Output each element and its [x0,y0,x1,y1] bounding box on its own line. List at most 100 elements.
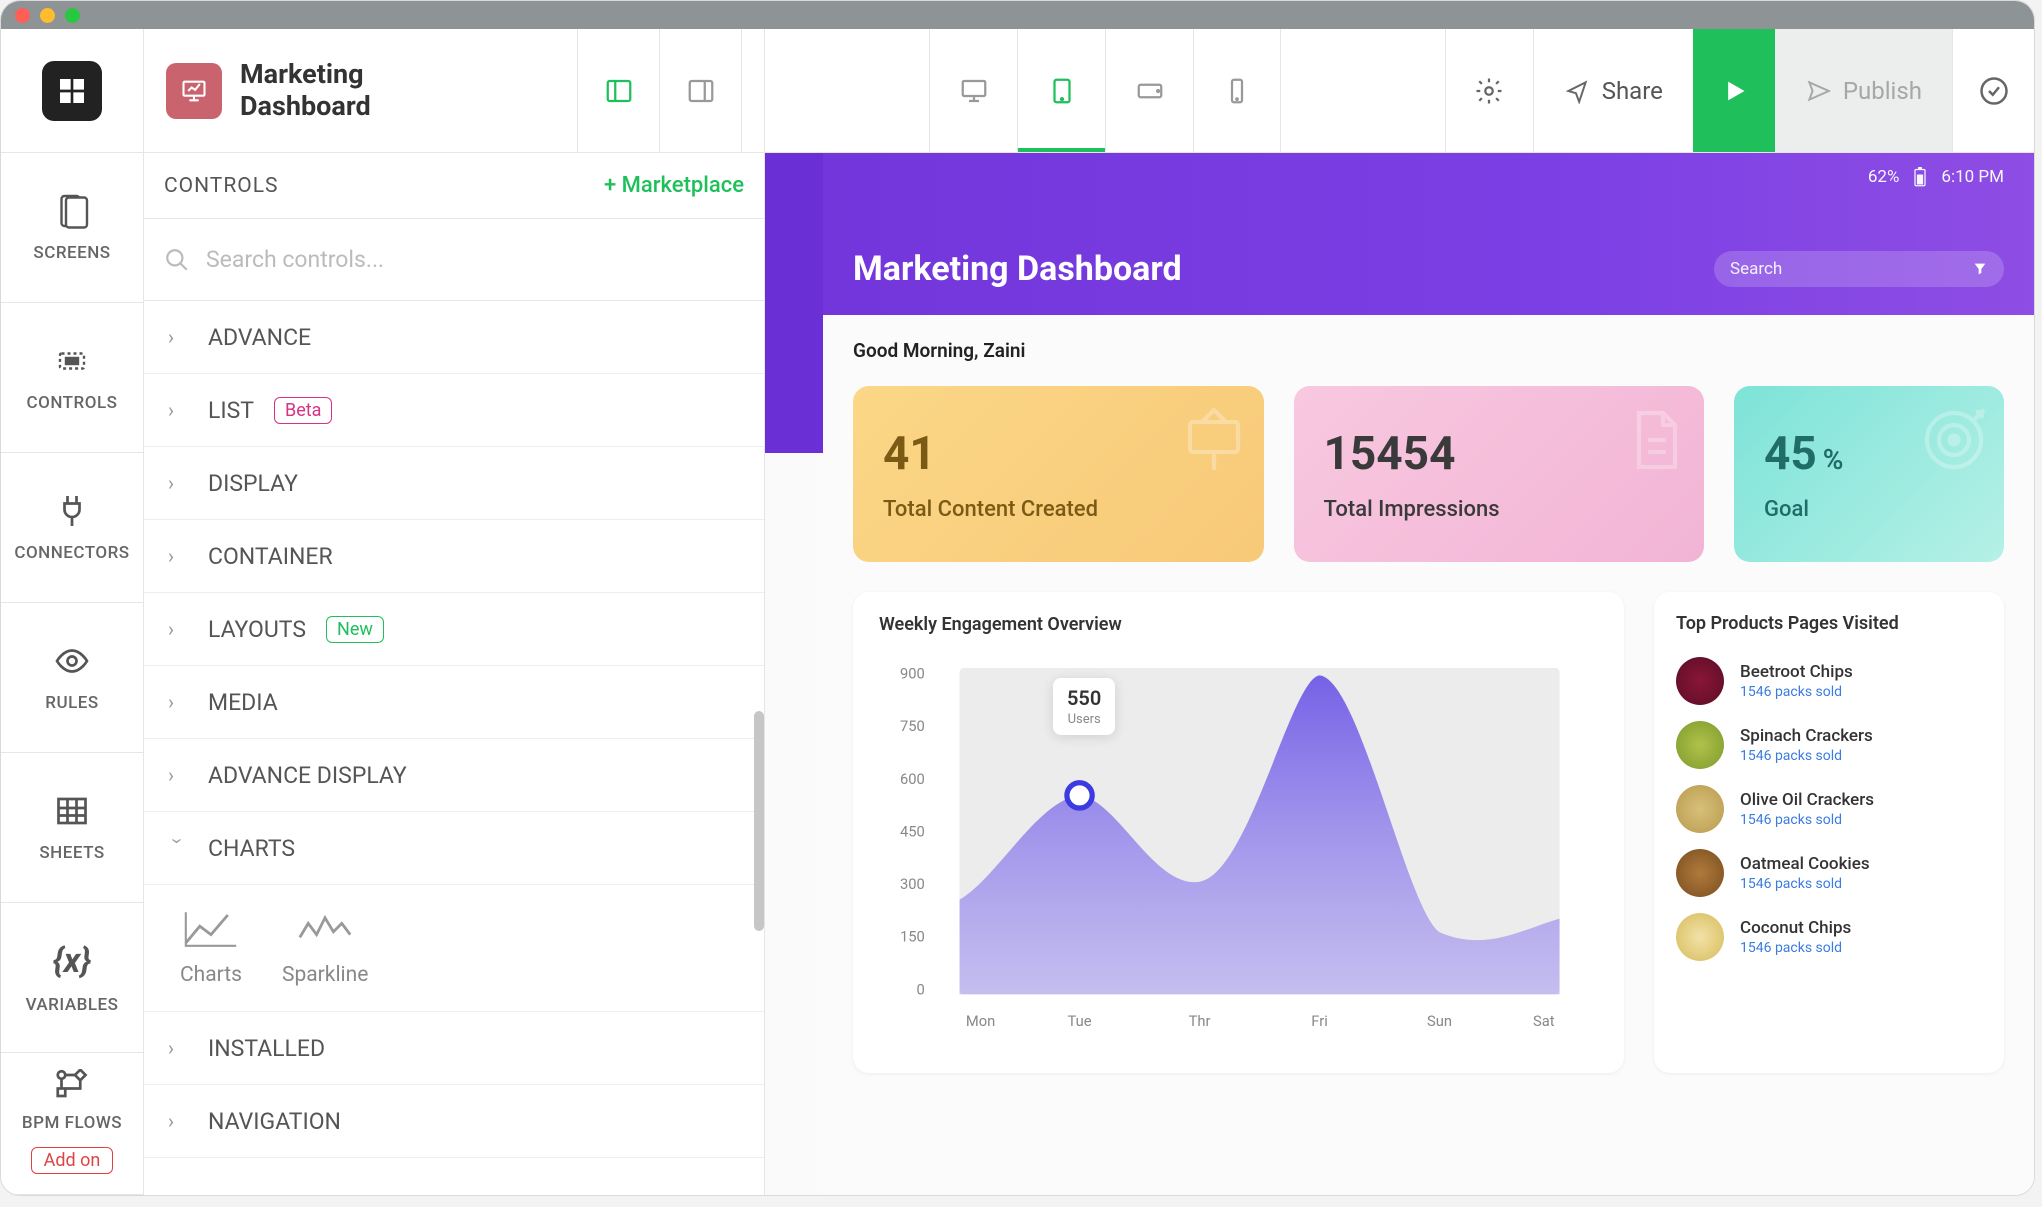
stat-card-content-created[interactable]: 41 Total Content Created [853,386,1264,562]
marketplace-link[interactable]: + Marketplace [604,173,744,198]
svg-text:Thr: Thr [1189,1012,1211,1030]
chart-item-sparkline[interactable]: Sparkline [282,909,368,987]
svg-text:Fri: Fri [1311,1012,1328,1030]
rail-item-connectors[interactable]: CONNECTORS [1,453,143,603]
filter-icon[interactable] [1972,261,1988,277]
svg-text:Sat: Sat [1533,1012,1555,1030]
preview-search[interactable]: Search [1714,251,2004,287]
product-row[interactable]: Coconut Chips 1546 packs sold [1676,905,1982,969]
publish-button[interactable]: Publish [1775,29,1952,152]
chevron-right-icon: › [168,325,188,349]
device-phone-button[interactable] [1193,29,1281,152]
category-display[interactable]: › DISPLAY [144,447,764,520]
stat-card-goal[interactable]: 45% Goal [1734,386,2004,562]
controls-header-label: CONTROLS [164,174,279,198]
stat-card-impressions[interactable]: 15454 Total Impressions [1294,386,1705,562]
product-name: Olive Oil Crackers [1740,790,1874,810]
category-container[interactable]: › CONTAINER [144,520,764,593]
preview-canvas[interactable]: 62% 6:10 PM Marketing Dashboard Search [765,153,2034,1195]
sparkline-icon [297,909,353,949]
chart-item-charts[interactable]: Charts [180,909,242,987]
product-thumb [1676,657,1724,705]
rail-item-rules[interactable]: RULES [1,603,143,753]
minimize-window-icon[interactable] [40,8,55,23]
top-products-card[interactable]: Top Products Pages Visited Beetroot Chip… [1654,592,2004,1073]
product-sold: 1546 packs sold [1740,940,1851,956]
rail-item-sheets[interactable]: SHEETS [1,753,143,903]
preview-page-title: Marketing Dashboard [853,249,1182,289]
scrollbar[interactable] [754,711,764,931]
project-icon[interactable] [166,63,222,119]
preview-play-button[interactable] [1693,29,1775,152]
product-sold: 1546 packs sold [1740,812,1874,828]
category-advance[interactable]: › ADVANCE [144,301,764,374]
close-window-icon[interactable] [15,8,30,23]
product-name: Spinach Crackers [1740,726,1873,746]
rail-item-screens[interactable]: SCREENS [1,153,143,303]
app-logo[interactable] [1,29,143,153]
target-icon [1918,404,1990,476]
rail-item-label: SHEETS [39,843,104,863]
product-name: Oatmeal Cookies [1740,854,1870,874]
app-preview: 62% 6:10 PM Marketing Dashboard Search [823,153,2034,1195]
controls-icon [54,343,90,379]
stat-label: Goal [1764,497,1974,522]
category-media[interactable]: › MEDIA [144,666,764,739]
product-sold: 1546 packs sold [1740,748,1873,764]
product-row[interactable]: Oatmeal Cookies 1546 packs sold [1676,841,1982,905]
svg-text:900: 900 [900,665,925,683]
product-row[interactable]: Beetroot Chips 1546 packs sold [1676,649,1982,713]
category-label: NAVIGATION [208,1108,341,1135]
category-label: MEDIA [208,689,278,716]
engagement-chart-card[interactable]: Weekly Engagement Overview 900 750 600 4… [853,592,1624,1073]
device-preview-group [929,29,1281,152]
greeting-text: Good Morning, Zaini [853,339,2004,362]
category-installed[interactable]: › INSTALLED [144,1012,764,1085]
check-circle-icon [1979,76,2009,106]
rail-item-bpm-flows[interactable]: BPM FLOWS Add on [1,1053,143,1195]
svg-text:750: 750 [900,717,925,735]
rail-item-variables[interactable]: {x} VARIABLES [1,903,143,1053]
phone-icon [1222,76,1252,106]
category-layouts[interactable]: › LAYOUTS New [144,593,764,666]
tablet-portrait-icon [1047,76,1077,106]
device-desktop-button[interactable] [929,29,1017,152]
panel-header: MarketingDashboard [144,29,764,153]
search-placeholder: Search [1730,259,1782,279]
lower-cards-row: Weekly Engagement Overview 900 750 600 4… [853,592,2004,1073]
maximize-window-icon[interactable] [65,8,80,23]
variables-icon: {x} [53,941,92,981]
stat-cards-row: 41 Total Content Created 15454 Total Imp… [853,386,2004,562]
rail-item-label: BPM FLOWS [22,1113,122,1133]
svg-text:Sun: Sun [1427,1012,1452,1030]
search-input[interactable] [206,246,744,273]
category-list-item[interactable]: › LIST Beta [144,374,764,447]
validate-button[interactable] [1952,29,2034,152]
svg-text:600: 600 [900,770,925,788]
device-tablet-button[interactable] [1017,29,1105,152]
stat-label: Total Content Created [883,497,1234,522]
product-row[interactable]: Olive Oil Crackers 1546 packs sold [1676,777,1982,841]
chevron-right-icon: › [168,763,188,787]
window-titlebar [1,1,2034,29]
share-button[interactable]: Share [1533,29,1693,152]
flow-icon [54,1069,90,1099]
svg-text:300: 300 [900,875,925,893]
product-row[interactable]: Spinach Crackers 1546 packs sold [1676,713,1982,777]
logo-icon [56,75,88,107]
device-tablet-landscape-button[interactable] [1105,29,1193,152]
controls-search[interactable] [144,219,764,301]
svg-text:0: 0 [917,980,925,998]
layout-right-icon [686,76,716,106]
settings-button[interactable] [1445,29,1533,152]
rail-item-label: SCREENS [33,243,110,263]
layout-sidebar-left-button[interactable] [578,29,660,152]
product-name: Coconut Chips [1740,918,1851,938]
layout-sidebar-right-button[interactable] [660,29,742,152]
category-navigation[interactable]: › NAVIGATION [144,1085,764,1158]
rail-item-controls[interactable]: CONTROLS [1,303,143,453]
category-advance-display[interactable]: › ADVANCE DISPLAY [144,739,764,812]
send-icon [1805,78,1831,104]
category-charts[interactable]: › CHARTS [144,812,764,885]
plug-icon [54,493,90,529]
